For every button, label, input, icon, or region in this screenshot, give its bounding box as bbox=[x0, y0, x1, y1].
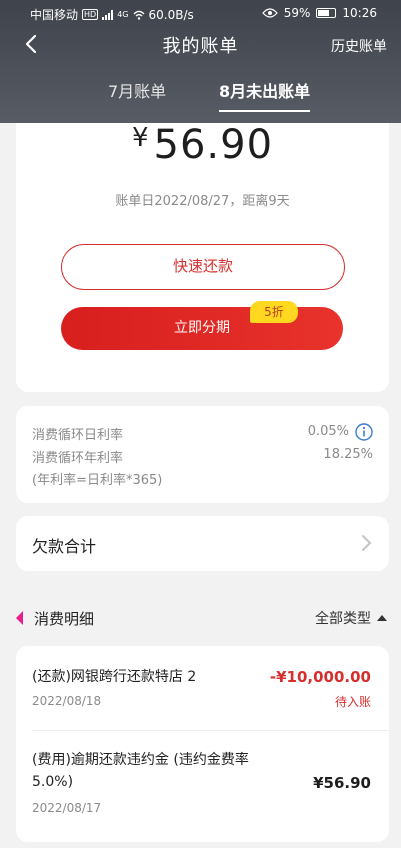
battery-icon bbox=[316, 8, 337, 18]
bill-amount: ¥56.90 bbox=[16, 122, 389, 168]
status-bar: 中国移动 HD 4G 60.0B/s 59% 10:26 bbox=[0, 4, 401, 22]
battery-percent: 59% bbox=[283, 6, 311, 20]
annual-rate-label: 消费循环年利率 bbox=[32, 451, 124, 466]
transaction-name: (还款)网银跨行还款特店 2 bbox=[32, 669, 197, 685]
signal-icon bbox=[102, 9, 114, 20]
carrier-text: 中国移动 bbox=[30, 8, 79, 22]
network-type: 4G bbox=[117, 10, 129, 19]
interest-rate-card: 消费循环日利率 0.05% 消费循环年利率 18.25% (年利率=日利率*36… bbox=[16, 406, 389, 503]
tab-august-label: 8月未出账单 bbox=[219, 82, 311, 101]
navbar: 我的账单 历史账单 bbox=[0, 28, 401, 62]
transaction-date: 2022/08/17 bbox=[32, 801, 102, 815]
bill-tabs: 7月账单 8月未出账单 bbox=[0, 78, 401, 118]
chevron-right-icon bbox=[362, 535, 372, 551]
currency-symbol: ¥ bbox=[131, 123, 150, 153]
section-marker-icon bbox=[16, 611, 23, 625]
caret-up-icon bbox=[377, 615, 387, 621]
hd-badge: HD bbox=[82, 9, 99, 20]
total-debt-label: 欠款合计 bbox=[32, 537, 97, 556]
installment-button[interactable]: 立即分期 bbox=[61, 307, 343, 350]
eye-icon bbox=[261, 8, 278, 18]
annual-rate-value: 18.25% bbox=[323, 447, 373, 462]
transaction-amount: ¥56.90 bbox=[313, 774, 371, 792]
transaction-status: 待入账 bbox=[334, 695, 371, 709]
tab-august[interactable]: 8月未出账单 bbox=[219, 78, 311, 112]
list-item[interactable]: (费用)逾期还款违约金 (违约金费率 5.0%) 2022/08/17 ¥56.… bbox=[16, 731, 389, 842]
net-speed: 60.0B/s bbox=[148, 7, 194, 22]
details-header: 消费明细 全部类型 bbox=[0, 600, 401, 634]
type-filter-dropdown[interactable]: 全部类型 bbox=[315, 608, 371, 628]
header: 中国移动 HD 4G 60.0B/s 59% 10:26 我的账单 历史账单 7… bbox=[0, 0, 401, 123]
daily-rate-value: 0.05% bbox=[307, 424, 349, 439]
total-debt-row[interactable]: 欠款合计 bbox=[16, 516, 389, 571]
info-icon[interactable] bbox=[355, 423, 373, 441]
transaction-name: (费用)逾期还款违约金 (违约金费率 5.0%) bbox=[32, 752, 249, 790]
quick-repay-button[interactable]: 快速还款 bbox=[61, 244, 345, 290]
transaction-list: (还款)网银跨行还款特店 2 2022/08/18 -¥10,000.00 待入… bbox=[16, 646, 389, 842]
wifi-icon bbox=[133, 10, 144, 20]
history-bills-link[interactable]: 历史账单 bbox=[331, 36, 387, 56]
rate-formula: (年利率=日利率*365) bbox=[32, 473, 163, 488]
tab-active-underline bbox=[219, 110, 311, 112]
tab-july[interactable]: 7月账单 bbox=[108, 78, 166, 102]
discount-badge: 5折 bbox=[250, 301, 298, 323]
daily-rate-label: 消费循环日利率 bbox=[32, 428, 124, 443]
amount-value: 56.90 bbox=[153, 122, 274, 168]
transaction-amount: -¥10,000.00 bbox=[269, 668, 371, 686]
status-right: 59% 10:26 bbox=[261, 6, 377, 20]
details-title: 消费明细 bbox=[34, 610, 95, 628]
bill-summary-card: ¥56.90 账单日2022/08/27，距离9天 快速还款 立即分期 5折 bbox=[16, 108, 389, 392]
list-item[interactable]: (还款)网银跨行还款特店 2 2022/08/18 -¥10,000.00 待入… bbox=[16, 646, 389, 730]
status-left: 中国移动 HD 4G 60.0B/s bbox=[30, 6, 194, 23]
transaction-date: 2022/08/18 bbox=[32, 694, 102, 708]
bill-date-text: 账单日2022/08/27，距离9天 bbox=[115, 194, 290, 209]
clock: 10:26 bbox=[342, 6, 377, 20]
